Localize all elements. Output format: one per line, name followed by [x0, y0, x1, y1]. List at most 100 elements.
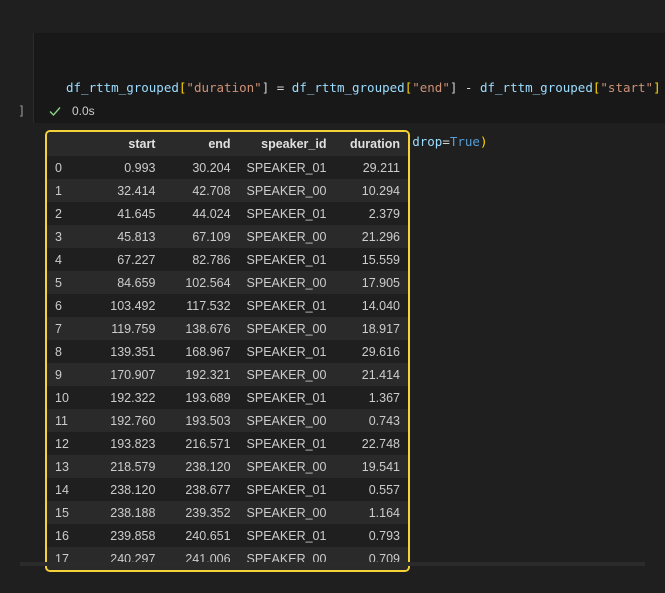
code-token: drop: [412, 134, 443, 149]
table-row: 6 103.492 117.532 SPEAKER_01 14.040: [47, 294, 408, 317]
execution-time: 0.0s: [72, 104, 95, 118]
code-token: "start": [600, 80, 654, 95]
cell-end: 44.024: [163, 202, 239, 225]
cell-duration: 1.164: [334, 501, 408, 524]
cell-start: 45.813: [84, 225, 164, 248]
dataframe-table: start end speaker_id duration 0 0.993 30.2…: [47, 132, 408, 570]
check-icon: [48, 104, 62, 118]
header-speaker-id: speaker_id: [238, 132, 335, 156]
cell-speaker-id: SPEAKER_00: [238, 225, 335, 248]
row-index: 10: [47, 386, 85, 409]
cell-duration: 2.379: [334, 202, 408, 225]
cell-speaker-id: SPEAKER_01: [238, 386, 335, 409]
table-row: 5 84.659 102.564 SPEAKER_00 17.905: [47, 271, 408, 294]
row-index: 5: [47, 271, 85, 294]
code-token: =: [442, 134, 450, 149]
cell-end: 117.532: [163, 294, 239, 317]
cell-duration: 0.557: [334, 478, 408, 501]
cell-start: 192.322: [84, 386, 164, 409]
cell-speaker-id: SPEAKER_00: [238, 409, 335, 432]
table-row: 17 240.297 241.006 SPEAKER_00 0.709: [47, 547, 408, 570]
cell-start: 170.907: [84, 363, 164, 386]
table-row: 1 32.414 42.708 SPEAKER_00 10.294: [47, 179, 408, 202]
cell-duration: 1.367: [334, 386, 408, 409]
cell-end: 239.352: [163, 501, 239, 524]
code-token: ): [479, 134, 488, 149]
cell-speaker-id: SPEAKER_01: [238, 524, 335, 547]
row-index: 14: [47, 478, 85, 501]
row-index: 0: [47, 156, 85, 179]
cell-speaker-id: SPEAKER_01: [238, 340, 335, 363]
code-line-1: df_rttm_grouped["duration"] = df_rttm_gr…: [66, 79, 661, 97]
execution-count: ]: [18, 104, 26, 118]
cell-speaker-id: SPEAKER_00: [238, 501, 335, 524]
row-index: 9: [47, 363, 85, 386]
cell-end: 138.676: [163, 317, 239, 340]
table-row: 14 238.120 238.677 SPEAKER_01 0.557: [47, 478, 408, 501]
code-token: "duration": [186, 80, 262, 95]
cell-duration: 0.743: [334, 409, 408, 432]
row-index: 17: [47, 547, 85, 570]
cell-start: 41.645: [84, 202, 164, 225]
table-row: 4 67.227 82.786 SPEAKER_01 15.559: [47, 248, 408, 271]
cell-start: 218.579: [84, 455, 164, 478]
cell-speaker-id: SPEAKER_01: [238, 156, 335, 179]
cell-end: 192.321: [163, 363, 239, 386]
table-row: 15 238.188 239.352 SPEAKER_00 1.164: [47, 501, 408, 524]
table-header-row: start end speaker_id duration: [47, 132, 408, 156]
code-token: df_rttm_grouped: [66, 80, 179, 95]
code-token: ]: [653, 80, 661, 95]
row-index: 11: [47, 409, 85, 432]
code-token: "end": [412, 80, 450, 95]
cell-end: 238.677: [163, 478, 239, 501]
cell-duration: 29.211: [334, 156, 408, 179]
cell-end: 42.708: [163, 179, 239, 202]
cell-speaker-id: SPEAKER_01: [238, 432, 335, 455]
cell-duration: 29.616: [334, 340, 408, 363]
cell-start: 192.760: [84, 409, 164, 432]
cell-start: 238.120: [84, 478, 164, 501]
cell-speaker-id: SPEAKER_00: [238, 271, 335, 294]
cell-start: 67.227: [84, 248, 164, 271]
cell-end: 82.786: [163, 248, 239, 271]
cell-speaker-id: SPEAKER_00: [238, 547, 335, 570]
cell-start: 0.993: [84, 156, 164, 179]
table-body: 0 0.993 30.204 SPEAKER_01 29.211 1 32.414 42.70…: [47, 156, 408, 570]
cell-start: 84.659: [84, 271, 164, 294]
cell-output[interactable]: start end speaker_id duration 0 0.993 30.2…: [45, 130, 410, 572]
table-row: 3 45.813 67.109 SPEAKER_00 21.296: [47, 225, 408, 248]
cell-duration: 17.905: [334, 271, 408, 294]
horizontal-scrollbar[interactable]: [20, 562, 645, 566]
code-token: ] =: [261, 80, 292, 95]
cell-speaker-id: SPEAKER_00: [238, 317, 335, 340]
table-row: 13 218.579 238.120 SPEAKER_00 19.541: [47, 455, 408, 478]
cell-end: 102.564: [163, 271, 239, 294]
row-index: 3: [47, 225, 85, 248]
row-index: 1: [47, 179, 85, 202]
cell-start: 32.414: [84, 179, 164, 202]
cell-end: 193.503: [163, 409, 239, 432]
cell-start: 103.492: [84, 294, 164, 317]
cell-start: 240.297: [84, 547, 164, 570]
cell-end: 30.204: [163, 156, 239, 179]
row-index: 12: [47, 432, 85, 455]
row-index: 7: [47, 317, 85, 340]
cell-duration: 19.541: [334, 455, 408, 478]
cell-end: 240.651: [163, 524, 239, 547]
header-end: end: [163, 132, 239, 156]
cell-start: 139.351: [84, 340, 164, 363]
cell-end: 67.109: [163, 225, 239, 248]
row-index: 16: [47, 524, 85, 547]
table-row: 11 192.760 193.503 SPEAKER_00 0.743: [47, 409, 408, 432]
code-token: ] -: [449, 80, 480, 95]
row-index: 6: [47, 294, 85, 317]
cell-speaker-id: SPEAKER_00: [238, 179, 335, 202]
header-index: [47, 132, 85, 156]
cell-start: 239.858: [84, 524, 164, 547]
code-token: df_rttm_grouped: [479, 80, 593, 95]
cell-end: 238.120: [163, 455, 239, 478]
row-index: 8: [47, 340, 85, 363]
cell-duration: 21.414: [334, 363, 408, 386]
cell-duration: 10.294: [334, 179, 408, 202]
code-cell[interactable]: df_rttm_grouped["duration"] = df_rttm_gr…: [33, 33, 665, 203]
